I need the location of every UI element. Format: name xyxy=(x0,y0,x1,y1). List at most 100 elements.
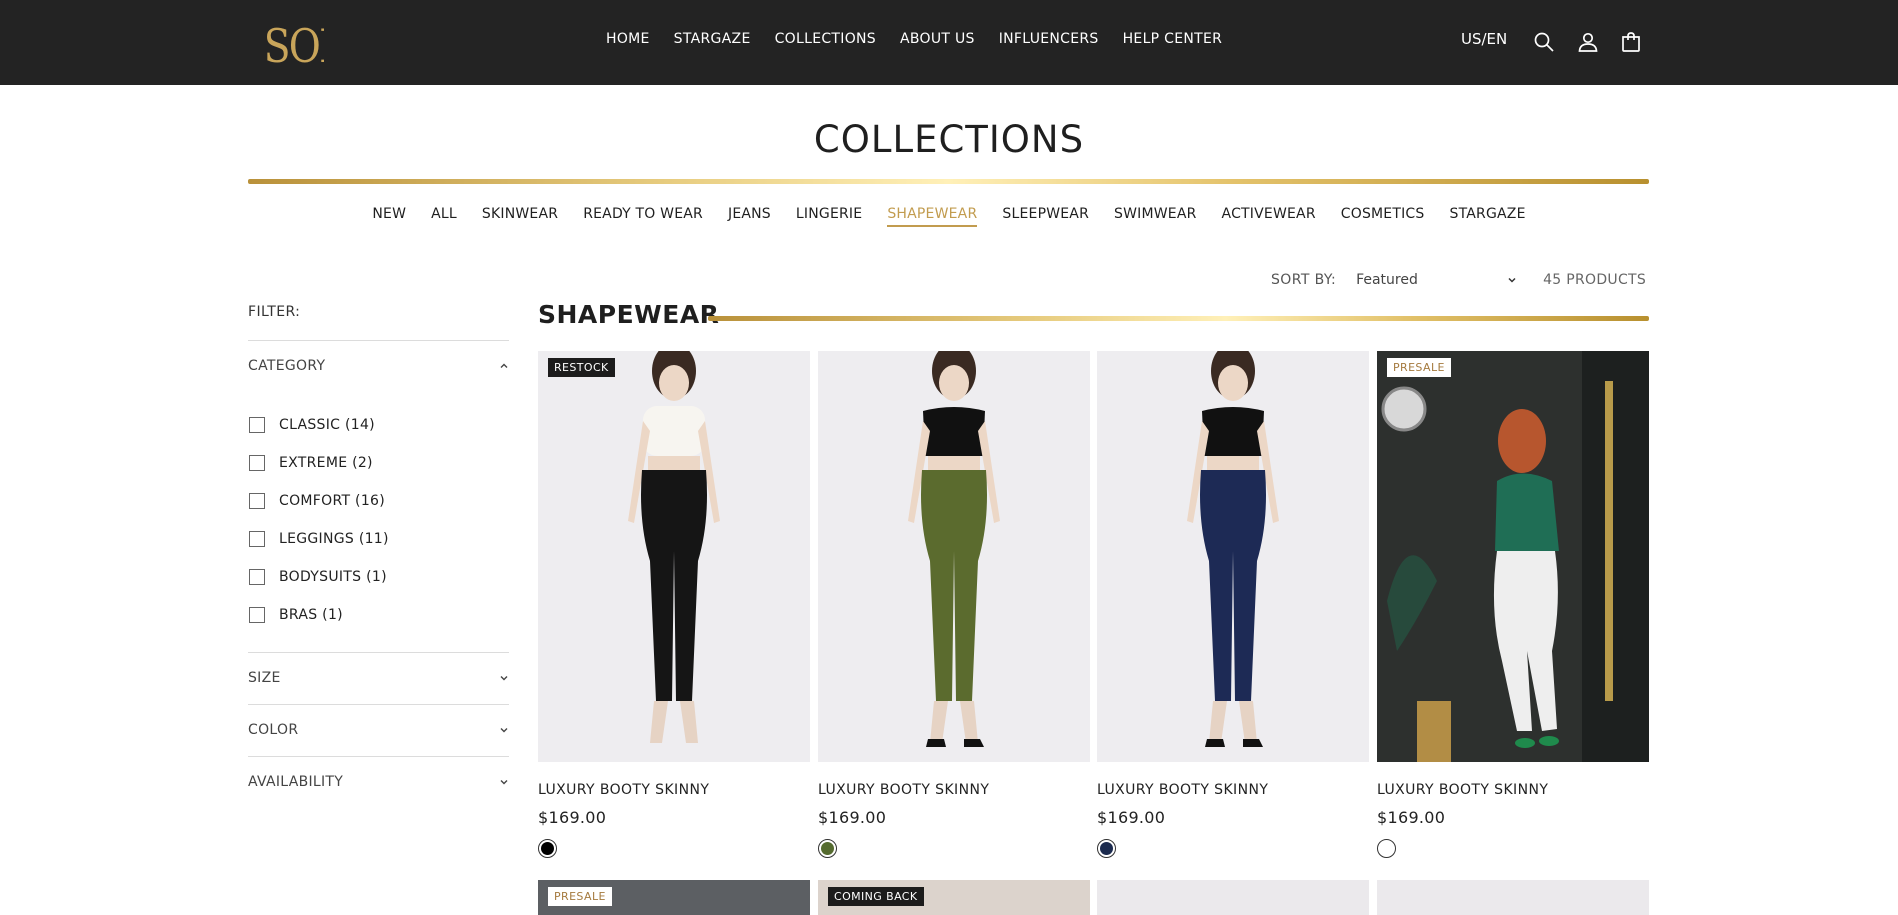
badge-restock: RESTOCK xyxy=(548,358,615,377)
product-name[interactable]: LUXURY BOOTY SKINNY xyxy=(538,782,810,798)
facet-category[interactable]: CATEGORY xyxy=(248,358,509,374)
nav-collections[interactable]: COLLECTIONS xyxy=(775,31,876,47)
filter-option-leggings[interactable]: LEGGINGS (11) xyxy=(249,520,389,558)
locale-selector[interactable]: US/EN xyxy=(1461,30,1507,48)
product-card[interactable]: LUXURY BOOTY SKINNY $169.00 xyxy=(818,351,1090,858)
nav-about-us[interactable]: ABOUT US xyxy=(900,31,975,47)
nav-influencers[interactable]: INFLUENCERS xyxy=(999,31,1099,47)
product-count: 45 PRODUCTS xyxy=(1543,272,1647,288)
category-swimwear[interactable]: SWIMWEAR xyxy=(1114,206,1197,227)
filter-divider xyxy=(248,756,509,757)
filter-option-classic[interactable]: CLASSIC (14) xyxy=(249,406,389,444)
cart-icon[interactable] xyxy=(1619,30,1643,54)
color-swatch[interactable] xyxy=(538,839,557,858)
filter-divider xyxy=(248,704,509,705)
section-divider xyxy=(708,316,1649,321)
facet-category-label: CATEGORY xyxy=(248,358,326,374)
product-photo xyxy=(1187,351,1279,747)
section-title: SHAPEWEAR xyxy=(538,300,720,329)
product-price: $169.00 xyxy=(1097,808,1166,827)
sort-bar: SORT BY: Featured 45 PRODUCTS xyxy=(1271,272,1646,288)
nav-stargaze[interactable]: STARGAZE xyxy=(674,31,751,47)
product-card[interactable] xyxy=(1097,880,1369,915)
product-card[interactable]: COMING BACK xyxy=(818,880,1090,915)
page-title: COLLECTIONS xyxy=(813,118,1085,161)
color-swatch[interactable] xyxy=(1377,839,1396,858)
category-stargaze[interactable]: STARGAZE xyxy=(1450,206,1526,227)
color-swatch[interactable] xyxy=(818,839,837,858)
filter-option-comfort[interactable]: COMFORT (16) xyxy=(249,482,389,520)
account-icon[interactable] xyxy=(1576,30,1600,54)
product-price: $169.00 xyxy=(1377,808,1446,827)
filter-option-label: EXTREME (2) xyxy=(279,455,373,471)
facet-availability[interactable]: AVAILABILITY xyxy=(248,774,509,790)
facet-size[interactable]: SIZE xyxy=(248,670,509,686)
sort-label: SORT BY: xyxy=(1271,272,1337,288)
product-photo xyxy=(908,351,1000,747)
color-swatch[interactable] xyxy=(1097,839,1116,858)
product-card[interactable]: PRESALE xyxy=(538,880,810,915)
checkbox[interactable] xyxy=(249,569,265,585)
category-activewear[interactable]: ACTIVEWEAR xyxy=(1222,206,1316,227)
category-shapewear[interactable]: SHAPEWEAR xyxy=(887,206,978,227)
filter-option-bodysuits[interactable]: BODYSUITS (1) xyxy=(249,558,389,596)
product-name[interactable]: LUXURY BOOTY SKINNY xyxy=(1377,782,1649,798)
product-card[interactable] xyxy=(1377,880,1649,915)
filter-option-bras[interactable]: BRAS (1) xyxy=(249,596,389,634)
filter-option-label: CLASSIC (14) xyxy=(279,417,375,433)
filter-divider xyxy=(248,340,509,341)
nav-help-center[interactable]: HELP CENTER xyxy=(1123,31,1223,47)
product-card[interactable]: PRESALE LUXURY BOOTY SKINNY $169.00 xyxy=(1377,351,1649,858)
checkbox[interactable] xyxy=(249,493,265,509)
filter-divider xyxy=(248,652,509,653)
main-nav: HOME STARGAZE COLLECTIONS ABOUT US INFLU… xyxy=(606,31,1222,47)
sort-selected-value: Featured xyxy=(1356,272,1418,288)
checkbox[interactable] xyxy=(249,531,265,547)
product-image[interactable]: RESTOCK xyxy=(538,351,810,762)
title-divider xyxy=(248,179,1649,184)
category-ready-to-wear[interactable]: READY TO WEAR xyxy=(583,206,703,227)
facet-color-label: COLOR xyxy=(248,722,299,738)
product-name[interactable]: LUXURY BOOTY SKINNY xyxy=(1097,782,1369,798)
sort-select[interactable]: Featured xyxy=(1356,272,1518,288)
product-price: $169.00 xyxy=(818,808,887,827)
product-name[interactable]: LUXURY BOOTY SKINNY xyxy=(818,782,1090,798)
filter-option-label: COMFORT (16) xyxy=(279,493,385,509)
badge-presale: PRESALE xyxy=(548,887,612,906)
product-photo xyxy=(628,351,720,743)
product-price: $169.00 xyxy=(538,808,607,827)
chevron-down-icon xyxy=(500,676,508,681)
checkbox[interactable] xyxy=(249,607,265,623)
filter-option-label: LEGGINGS (11) xyxy=(279,531,389,547)
product-card[interactable]: LUXURY BOOTY SKINNY $169.00 xyxy=(1097,351,1369,858)
category-lingerie[interactable]: LINGERIE xyxy=(796,206,862,227)
chevron-up-icon xyxy=(500,363,508,368)
filter-option-label: BRAS (1) xyxy=(279,607,343,623)
filter-heading: FILTER: xyxy=(248,304,301,320)
svg-text:SOL: SOL xyxy=(264,20,324,72)
filter-option-label: BODYSUITS (1) xyxy=(279,569,387,585)
category-skinwear[interactable]: SKINWEAR xyxy=(482,206,558,227)
category-nav: NEW ALL SKINWEAR READY TO WEAR JEANS LIN… xyxy=(0,206,1898,227)
facet-availability-label: AVAILABILITY xyxy=(248,774,344,790)
product-photo xyxy=(1377,351,1649,762)
product-image[interactable]: PRESALE xyxy=(1377,351,1649,762)
filter-option-extreme[interactable]: EXTREME (2) xyxy=(249,444,389,482)
product-image[interactable] xyxy=(1097,351,1369,762)
chevron-down-icon xyxy=(1508,277,1516,283)
nav-home[interactable]: HOME xyxy=(606,31,650,47)
badge-presale: PRESALE xyxy=(1387,358,1451,377)
checkbox[interactable] xyxy=(249,417,265,433)
category-sleepwear[interactable]: SLEEPWEAR xyxy=(1002,206,1089,227)
category-jeans[interactable]: JEANS xyxy=(728,206,771,227)
checkbox[interactable] xyxy=(249,455,265,471)
product-image[interactable] xyxy=(818,351,1090,762)
chevron-down-icon xyxy=(500,780,508,785)
sol-logo[interactable]: SOL xyxy=(262,12,324,72)
search-icon[interactable] xyxy=(1532,30,1556,54)
product-card[interactable]: RESTOCK LUXURY BOOTY SKINNY $169.00 xyxy=(538,351,810,858)
category-all[interactable]: ALL xyxy=(431,206,457,227)
category-cosmetics[interactable]: COSMETICS xyxy=(1341,206,1425,227)
category-new[interactable]: NEW xyxy=(372,206,406,227)
facet-color[interactable]: COLOR xyxy=(248,722,509,738)
